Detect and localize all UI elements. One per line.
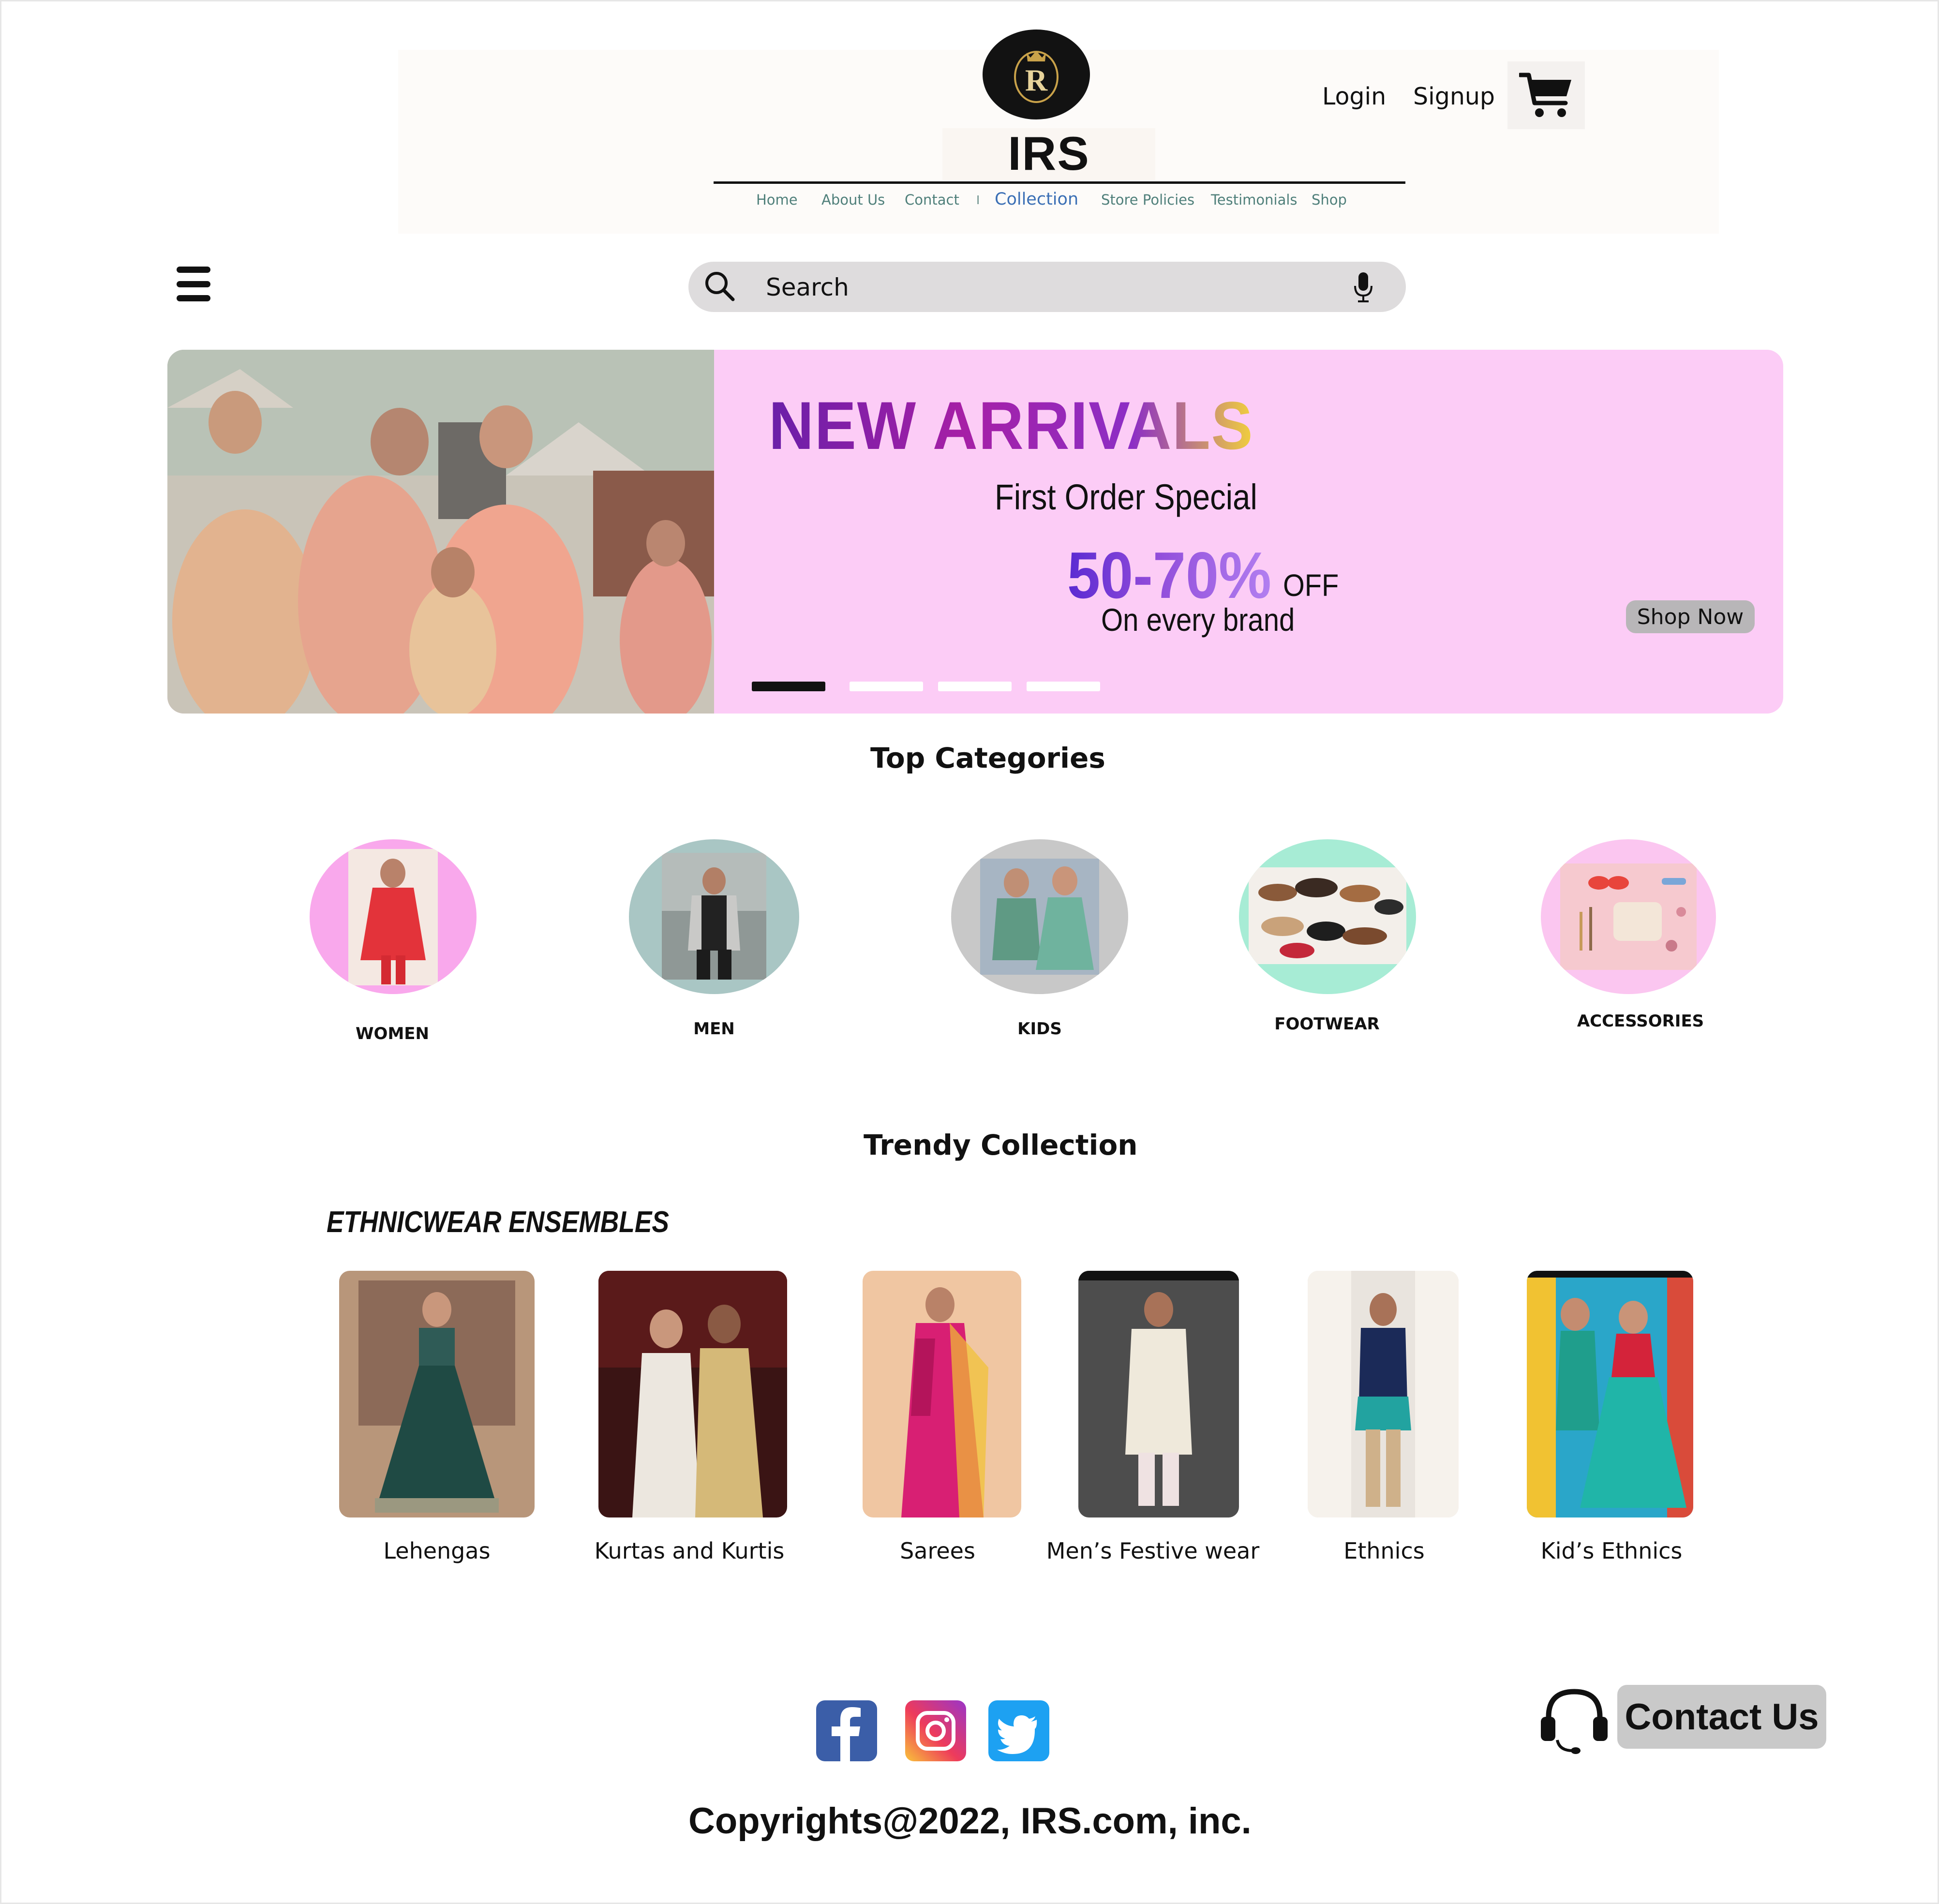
product-sarees-image[interactable] — [863, 1271, 1021, 1517]
signup-link[interactable]: Signup — [1413, 83, 1495, 110]
hamburger-menu-icon[interactable] — [177, 267, 210, 301]
cart-icon — [1519, 73, 1571, 117]
category-men-label[interactable]: MEN — [693, 1019, 735, 1039]
hero-discount-note: On every brand — [1101, 602, 1295, 638]
hero-title: NEW ARRIVALS — [769, 387, 1253, 465]
hero-discount-suffix: OFF — [1283, 568, 1339, 603]
cart-button[interactable] — [1507, 61, 1585, 129]
nav-divider — [714, 181, 1405, 184]
category-men-image[interactable] — [629, 839, 799, 994]
category-footwear-label[interactable]: FOOTWEAR — [1274, 1014, 1379, 1034]
product-mens-festive-label[interactable]: Men’s Festive wear — [1046, 1538, 1260, 1564]
menu-bar — [177, 295, 210, 301]
nav-separator: I — [976, 193, 980, 207]
headset-icon[interactable] — [1538, 1685, 1611, 1755]
product-kids-ethnics-label[interactable]: Kid’s Ethnics — [1541, 1538, 1683, 1564]
category-kids-image[interactable] — [951, 839, 1128, 994]
search-input[interactable] — [766, 270, 1298, 304]
product-lehengas-label[interactable]: Lehengas — [383, 1538, 490, 1564]
twitter-icon[interactable] — [988, 1700, 1049, 1761]
category-accessories-label[interactable]: ACCESSORIES — [1577, 1012, 1704, 1031]
nav-store-policies[interactable]: Store Policies — [1101, 192, 1194, 208]
product-ethnics-label[interactable]: Ethnics — [1343, 1538, 1424, 1564]
carousel-dot-2[interactable] — [850, 682, 923, 691]
nav-collection[interactable]: Collection — [995, 190, 1078, 209]
category-footwear-image[interactable] — [1239, 839, 1416, 994]
microphone-icon[interactable] — [1351, 270, 1375, 304]
copyright-text: Copyrights@2022, IRS.com, inc. — [688, 1800, 1252, 1842]
hero-banner[interactable]: NEW ARRIVALS First Order Special 50-70% … — [167, 350, 1783, 714]
brand-name[interactable]: IRS — [942, 126, 1155, 181]
product-sarees-label[interactable]: Sarees — [900, 1538, 975, 1564]
category-accessories-image[interactable] — [1541, 839, 1716, 994]
menu-bar — [177, 281, 210, 287]
search-bar — [688, 262, 1406, 312]
nav-contact[interactable]: Contact — [905, 192, 959, 208]
instagram-icon[interactable] — [905, 1700, 966, 1761]
nav-home[interactable]: Home — [756, 192, 798, 208]
product-kurtas-image[interactable] — [598, 1271, 787, 1517]
hero-family-photo — [167, 350, 714, 714]
logo-letter: R — [1025, 63, 1048, 97]
product-mens-festive-image[interactable] — [1078, 1271, 1239, 1517]
carousel-dot-3[interactable] — [938, 682, 1012, 691]
category-women-image[interactable] — [310, 839, 477, 994]
search-icon[interactable] — [703, 269, 737, 303]
trendy-collection-title: Trendy Collection — [864, 1129, 1138, 1161]
logo-emblem-icon: R — [1014, 51, 1059, 103]
product-lehengas-image[interactable] — [339, 1271, 535, 1517]
login-link[interactable]: Login — [1322, 83, 1386, 110]
contact-us-button[interactable]: Contact Us — [1617, 1685, 1826, 1749]
category-women-label[interactable]: WOMEN — [356, 1024, 429, 1043]
product-kurtas-label[interactable]: Kurtas and Kurtis — [595, 1538, 785, 1564]
product-kids-ethnics-image[interactable] — [1527, 1271, 1693, 1517]
carousel-dot-4[interactable] — [1027, 682, 1100, 691]
menu-bar — [177, 267, 210, 273]
top-categories-title: Top Categories — [870, 742, 1105, 774]
nav-testimonials[interactable]: Testimonials — [1211, 192, 1298, 208]
facebook-icon[interactable] — [816, 1700, 877, 1761]
ethnicwear-heading: ETHNICWEAR ENSEMBLES — [327, 1205, 670, 1239]
brand-logo[interactable]: R — [983, 30, 1090, 119]
category-kids-label[interactable]: KIDS — [1017, 1019, 1062, 1039]
hero-subtitle: First Order Special — [995, 477, 1257, 517]
nav-about-us[interactable]: About Us — [821, 192, 885, 208]
page: R IRS Home About Us Contact I Collection… — [0, 0, 1939, 1904]
shop-now-button[interactable]: Shop Now — [1626, 600, 1755, 633]
carousel-dot-1[interactable] — [752, 682, 825, 691]
nav-shop[interactable]: Shop — [1312, 192, 1347, 208]
product-ethnics-image[interactable] — [1308, 1271, 1459, 1517]
